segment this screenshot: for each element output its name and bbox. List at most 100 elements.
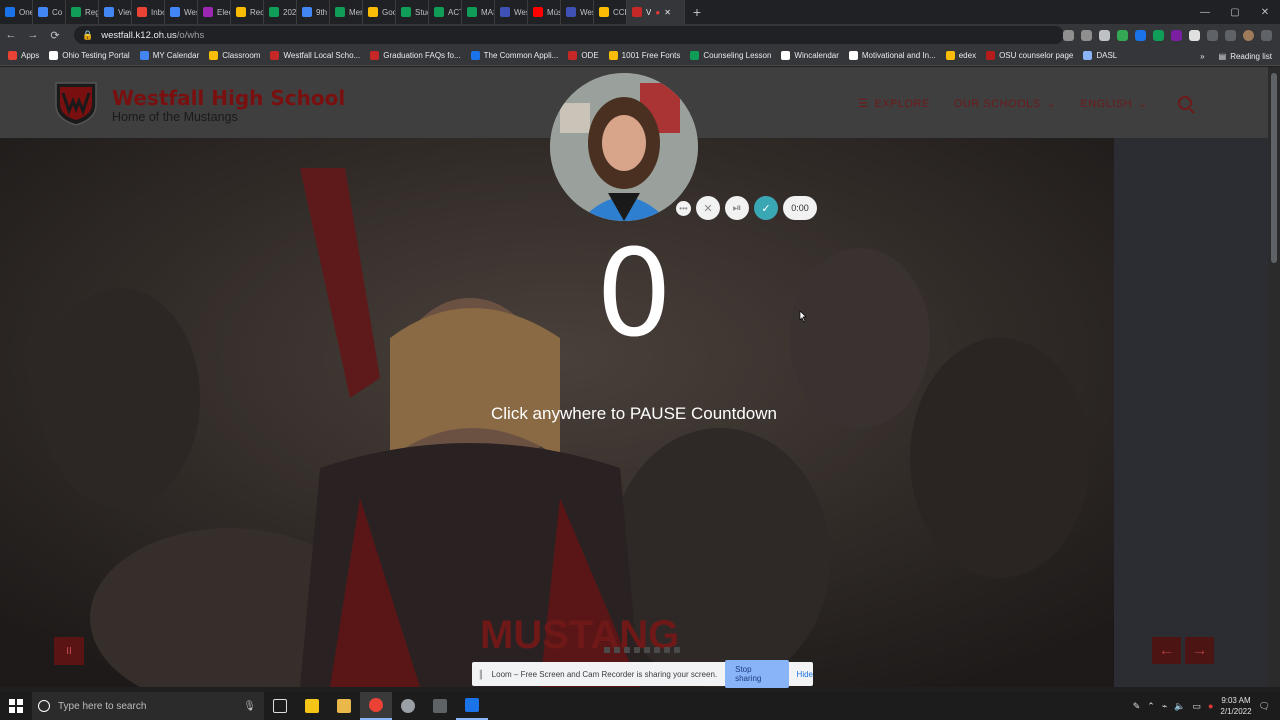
page-scrollbar[interactable] — [1268, 67, 1280, 687]
slideshow-next-button[interactable]: → — [1185, 637, 1214, 664]
bookmark-item[interactable]: Motivational and In... — [848, 51, 936, 60]
address-bar[interactable]: 🔒 westfall.k12.oh.us/o/whs — [74, 26, 1064, 44]
slideshow-pause-button[interactable]: II — [54, 637, 84, 665]
slide-dot[interactable] — [604, 647, 610, 653]
task-view-icon[interactable] — [264, 692, 296, 720]
grammarly-icon[interactable] — [1153, 29, 1164, 41]
browser-tab[interactable]: Mentor — [330, 0, 363, 24]
reading-list-button[interactable]: » ▤ Reading list — [1200, 46, 1272, 66]
extension-blue-icon[interactable] — [1135, 29, 1146, 41]
slide-dot[interactable] — [634, 647, 640, 653]
extension-purple-icon[interactable] — [1171, 29, 1182, 41]
notifications-icon[interactable]: 🗨 — [1259, 701, 1270, 712]
browser-tab[interactable]: ACT an — [429, 0, 462, 24]
menu-explore[interactable]: ☰ EXPLORE — [858, 97, 930, 111]
bookmarks-overflow-icon[interactable]: » — [1200, 52, 1204, 61]
forward-button[interactable]: → — [22, 29, 44, 41]
minimize-button[interactable]: — — [1190, 0, 1220, 24]
new-tab-button[interactable]: + — [685, 4, 709, 20]
cancel-recording-icon[interactable]: ✕ — [696, 196, 720, 220]
bookmark-item[interactable]: edex — [945, 51, 976, 60]
slide-dot[interactable] — [614, 647, 620, 653]
file-explorer-icon[interactable] — [328, 692, 360, 720]
slide-dot[interactable] — [654, 647, 660, 653]
search-icon[interactable] — [1178, 96, 1192, 110]
browser-tab[interactable]: 9th Gra — [297, 0, 330, 24]
chrome-icon[interactable] — [360, 692, 392, 720]
bookmark-item[interactable]: Classroom — [209, 51, 260, 60]
tab-close-icon[interactable]: ✕ — [664, 8, 671, 17]
battery-icon[interactable]: ▭ — [1192, 701, 1201, 712]
back-button[interactable]: ← — [0, 29, 22, 41]
browser-tab[interactable]: Google — [363, 0, 396, 24]
browser-tab[interactable]: Westfal — [165, 0, 198, 24]
more-options-icon[interactable]: ••• — [676, 200, 691, 216]
slideshow-prev-button[interactable]: ← — [1152, 637, 1181, 664]
menu-language[interactable]: ENGLISH ⌄ — [1080, 97, 1148, 111]
browser-tab[interactable]: Música — [528, 0, 561, 24]
snipping-tool-icon[interactable] — [392, 692, 424, 720]
calculator-icon[interactable] — [424, 692, 456, 720]
browser-tab[interactable]: Inbox (5 — [132, 0, 165, 24]
slide-dot[interactable] — [664, 647, 670, 653]
maximize-button[interactable]: ▢ — [1220, 0, 1250, 24]
app-tray-icon[interactable]: ● — [1208, 701, 1213, 711]
browser-tab[interactable]: Electro — [198, 0, 231, 24]
bookmark-item[interactable]: Westfall Local Scho... — [270, 51, 360, 60]
extension-doc-icon[interactable] — [1189, 29, 1200, 41]
star-icon[interactable] — [1099, 29, 1110, 41]
profile-avatar[interactable] — [1243, 29, 1254, 41]
countdown-pause-hint[interactable]: Click anywhere to PAUSE Countdown — [0, 404, 1268, 424]
share-icon[interactable] — [1081, 29, 1092, 41]
microphone-icon[interactable]: 🎙 — [243, 701, 256, 712]
browser-tab[interactable]: Westfa — [561, 0, 594, 24]
cast-icon[interactable] — [1063, 29, 1074, 41]
slide-dot[interactable] — [674, 647, 680, 653]
media-icon[interactable] — [1225, 29, 1236, 41]
hide-share-bar-button[interactable]: Hide — [797, 670, 813, 679]
browser-tab[interactable]: Westfa — [495, 0, 528, 24]
drag-handle-icon[interactable]: ║ — [478, 670, 484, 679]
bookmark-item[interactable]: ODE — [568, 51, 599, 60]
pause-recording-icon[interactable]: ⏯ — [725, 196, 749, 220]
finish-recording-icon[interactable]: ✓ — [754, 196, 778, 220]
browser-tab-active[interactable]: V ● ✕ — [627, 0, 685, 24]
puzzle-icon[interactable] — [1207, 29, 1218, 41]
phone-app-icon[interactable] — [456, 692, 488, 720]
browser-tab[interactable]: Co — [33, 0, 66, 24]
pen-icon[interactable]: ✎ — [1133, 701, 1141, 712]
extension-green-icon[interactable] — [1117, 29, 1128, 41]
slide-dot[interactable] — [624, 647, 630, 653]
reload-button[interactable]: ⟳ — [44, 29, 66, 42]
tray-overflow-icon[interactable]: ⌃ — [1147, 701, 1155, 712]
browser-tab[interactable]: Student — [396, 0, 429, 24]
windows-start-button[interactable] — [0, 692, 32, 720]
browser-tab[interactable]: One — [0, 0, 33, 24]
bookmark-item[interactable]: MY Calendar — [139, 51, 199, 60]
bookmark-item[interactable]: Wincalendar — [781, 51, 839, 60]
browser-tab[interactable]: CCPPos — [594, 0, 627, 24]
stop-sharing-button[interactable]: Stop sharing — [725, 660, 789, 688]
school-logo[interactable] — [52, 79, 100, 127]
slide-dot[interactable] — [644, 647, 650, 653]
menu-kebab-icon[interactable] — [1261, 29, 1272, 41]
volume-icon[interactable]: 🔈 — [1174, 701, 1185, 712]
bookmark-item[interactable]: Graduation FAQs fo... — [370, 51, 461, 60]
bookmark-item[interactable]: DASL — [1083, 51, 1117, 60]
bookmark-item[interactable]: The Common Appli... — [470, 51, 558, 60]
browser-tab[interactable]: Recent — [231, 0, 264, 24]
bookmark-item[interactable]: OSU counselor page — [986, 51, 1073, 60]
network-icon[interactable]: ⌁ — [1162, 701, 1167, 712]
browser-tab[interactable]: 2022 W — [264, 0, 297, 24]
bookmark-item[interactable]: 1001 Free Fonts — [608, 51, 680, 60]
browser-tab[interactable]: MASTE — [462, 0, 495, 24]
browser-tab[interactable]: View Pr — [99, 0, 132, 24]
close-window-button[interactable]: ✕ — [1250, 0, 1280, 24]
sticky-notes-icon[interactable] — [296, 692, 328, 720]
scrollbar-thumb[interactable] — [1271, 73, 1277, 263]
bookmark-item[interactable]: Apps — [8, 51, 39, 60]
bookmark-item[interactable]: Counseling Lesson — [690, 51, 771, 60]
browser-tab[interactable]: Registr — [66, 0, 99, 24]
school-name[interactable]: Westfall High School — [112, 86, 345, 110]
taskbar-search-box[interactable]: Type here to search 🎙 — [32, 692, 264, 720]
